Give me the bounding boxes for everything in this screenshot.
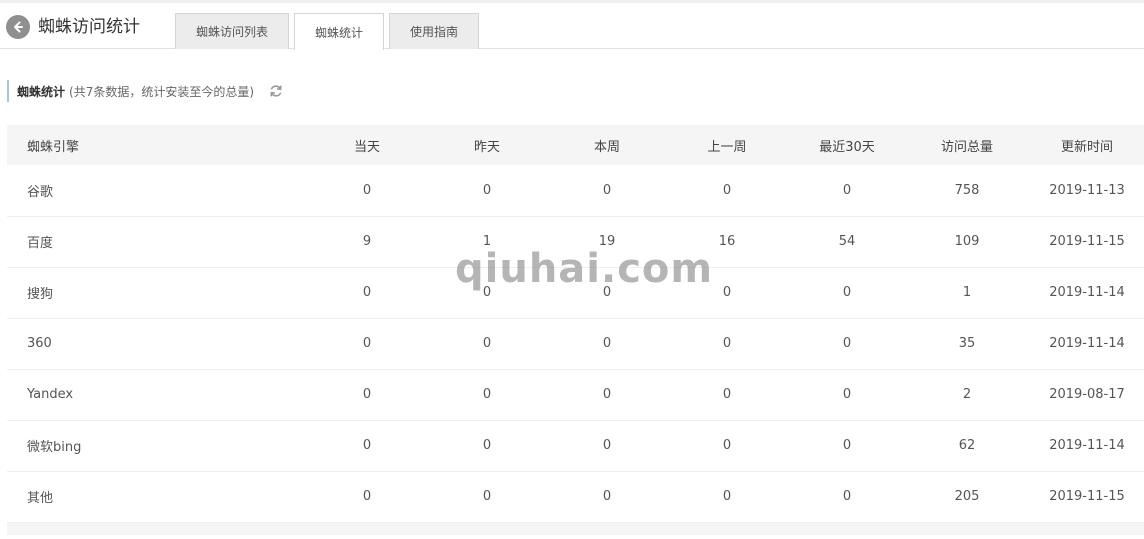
table-header-row: 蜘蛛引擎 当天 昨天 本周 上一周 最近30天 访问总量 更新时间: [7, 125, 1144, 165]
table-row: Yandex 0 0 0 0 0 2 2019-08-17: [7, 369, 1144, 420]
cell-this-week: 0: [602, 387, 612, 402]
cell-last-week: 0: [722, 182, 732, 198]
cell-engine: 搜狗: [27, 287, 54, 302]
spider-stats-table-container: 蜘蛛引擎 当天 昨天 本周 上一周 最近30天 访问总量 更新时间 谷歌 0 0…: [7, 125, 1144, 535]
cell-updated-time: 2019-11-15: [1049, 234, 1125, 249]
cell-total-visits: 1: [962, 285, 972, 300]
back-button[interactable]: [6, 15, 30, 39]
cell-total-visits: 62: [958, 438, 976, 453]
cell-today: 9: [362, 234, 372, 249]
cell-total-visits: 35: [958, 336, 976, 351]
cell-today: 0: [362, 285, 372, 300]
table-row: 百度 9 1 19 16 54 109 2019-11-15: [7, 216, 1144, 267]
cell-today: 0: [362, 489, 372, 504]
cell-this-week: 0: [602, 336, 612, 351]
cell-last-week: 0: [722, 489, 732, 504]
cell-total-visits: 758: [954, 182, 980, 198]
cell-engine: Yandex: [27, 387, 74, 402]
spider-stats-table: 蜘蛛引擎 当天 昨天 本周 上一周 最近30天 访问总量 更新时间 谷歌 0 0…: [7, 125, 1144, 523]
tab-user-guide[interactable]: 使用指南: [389, 13, 479, 49]
cell-engine: 360: [27, 336, 52, 351]
section-header: 蜘蛛统计 (共7条数据，统计安装至今的总量): [7, 80, 284, 102]
back-arrow-icon: [14, 21, 23, 33]
cell-today: 0: [362, 438, 372, 453]
cell-yesterday: 0: [482, 438, 492, 453]
cell-this-week: 0: [602, 285, 612, 300]
cell-last-30-days: 0: [842, 438, 852, 453]
column-header-this-week: 本周: [593, 139, 620, 155]
column-header-last-30-days: 最近30天: [819, 139, 875, 155]
cell-today: 0: [362, 182, 372, 198]
cell-today: 0: [362, 336, 372, 351]
cell-last-week: 0: [722, 336, 732, 351]
cell-last-30-days: 0: [842, 387, 852, 402]
cell-yesterday: 1: [482, 234, 492, 249]
table-row: 搜狗 0 0 0 0 0 1 2019-11-14: [7, 267, 1144, 318]
cell-updated-time: 2019-11-15: [1049, 489, 1125, 504]
cell-yesterday: 0: [482, 387, 492, 402]
cell-last-30-days: 0: [842, 285, 852, 300]
column-header-yesterday: 昨天: [473, 139, 500, 155]
cell-updated-time: 2019-11-13: [1049, 182, 1125, 198]
cell-last-week: 0: [722, 438, 732, 453]
cell-yesterday: 0: [482, 182, 492, 198]
cell-last-week: 0: [722, 387, 732, 402]
section-title: 蜘蛛统计: [17, 84, 66, 99]
cell-last-30-days: 0: [842, 489, 852, 504]
cell-last-week: 0: [722, 285, 732, 300]
section-note: (共7条数据，统计安装至今的总量): [69, 84, 255, 99]
cell-this-week: 19: [598, 234, 616, 249]
column-header-last-week: 上一周: [707, 139, 747, 155]
cell-total-visits: 2: [962, 387, 972, 402]
cell-engine: 谷歌: [27, 184, 54, 200]
cell-yesterday: 0: [482, 336, 492, 351]
cell-total-visits: 205: [954, 489, 980, 504]
cell-engine: 微软bing: [27, 440, 82, 455]
cell-last-30-days: 54: [838, 234, 856, 249]
cell-engine: 其他: [27, 491, 54, 506]
column-header-total-visits: 访问总量: [940, 139, 993, 155]
refresh-icon: [270, 85, 282, 97]
cell-this-week: 0: [602, 489, 612, 504]
table-row: 360 0 0 0 0 0 35 2019-11-14: [7, 318, 1144, 369]
cell-last-30-days: 0: [842, 182, 852, 198]
table-row: 微软bing 0 0 0 0 0 62 2019-11-14: [7, 420, 1144, 471]
page-header: 蜘蛛访问统计 蜘蛛访问列表 蜘蛛统计 使用指南: [0, 0, 1144, 50]
cell-updated-time: 2019-11-14: [1049, 285, 1125, 300]
cell-this-week: 0: [602, 182, 612, 198]
column-header-today: 当天: [353, 139, 380, 155]
column-header-updated-time: 更新时间: [1060, 139, 1113, 155]
cell-total-visits: 109: [954, 234, 980, 249]
tab-spider-visit-list[interactable]: 蜘蛛访问列表: [175, 13, 289, 49]
table-footer-bar: [7, 522, 1144, 535]
cell-updated-time: 2019-08-17: [1049, 387, 1125, 402]
column-header-engine: 蜘蛛引擎: [27, 139, 80, 155]
cell-last-30-days: 0: [842, 336, 852, 351]
cell-this-week: 0: [602, 438, 612, 453]
cell-last-week: 16: [718, 234, 736, 249]
cell-updated-time: 2019-11-14: [1049, 438, 1125, 453]
cell-today: 0: [362, 387, 372, 402]
page-title: 蜘蛛访问统计: [38, 17, 140, 37]
table-row: 其他 0 0 0 0 0 205 2019-11-15: [7, 471, 1144, 522]
refresh-button[interactable]: [268, 83, 284, 99]
cell-updated-time: 2019-11-14: [1049, 336, 1125, 351]
table-row: 谷歌 0 0 0 0 0 758 2019-11-13: [7, 165, 1144, 216]
cell-engine: 百度: [27, 236, 54, 251]
tab-bar: 蜘蛛访问列表 蜘蛛统计 使用指南: [175, 13, 484, 50]
cell-yesterday: 0: [482, 489, 492, 504]
tab-spider-stats[interactable]: 蜘蛛统计: [294, 13, 384, 50]
cell-yesterday: 0: [482, 285, 492, 300]
